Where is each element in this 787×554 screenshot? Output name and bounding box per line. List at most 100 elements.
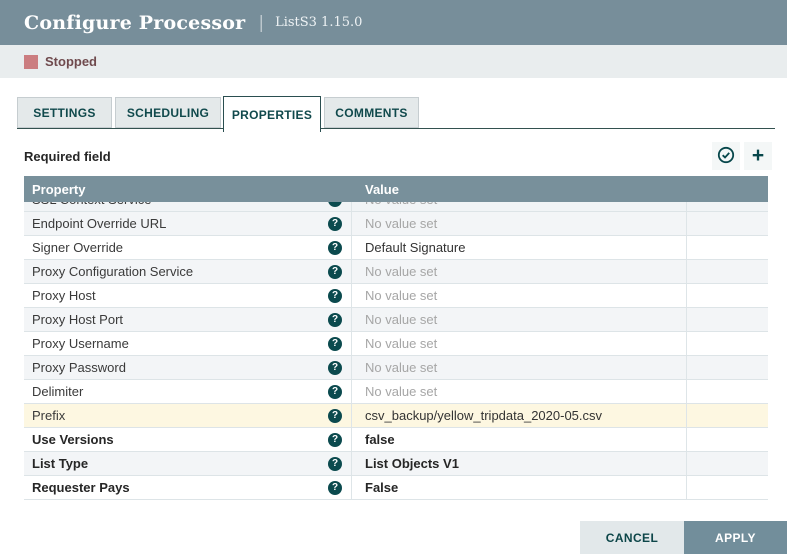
table-row[interactable]: Proxy Password?No value set bbox=[24, 356, 768, 380]
row-extra-cell bbox=[687, 332, 768, 355]
property-cell: Proxy Host? bbox=[24, 284, 352, 307]
property-name: Proxy Configuration Service bbox=[24, 264, 193, 279]
property-cell: Proxy Configuration Service? bbox=[24, 260, 352, 283]
plus-icon: + bbox=[752, 145, 764, 166]
help-icon[interactable]: ? bbox=[328, 457, 342, 471]
row-extra-cell bbox=[687, 308, 768, 331]
help-icon[interactable]: ? bbox=[328, 385, 342, 399]
tab-bar: SETTINGS SCHEDULING PROPERTIES COMMENTS bbox=[0, 96, 787, 133]
property-cell: Signer Override? bbox=[24, 236, 352, 259]
row-extra-cell bbox=[687, 284, 768, 307]
table-row[interactable]: Delimiter?No value set bbox=[24, 380, 768, 404]
property-table: Property Value SSL Context Service?No va… bbox=[24, 176, 768, 500]
value-cell[interactable]: No value set bbox=[352, 284, 687, 307]
tab-settings[interactable]: SETTINGS bbox=[17, 97, 112, 128]
property-name: Use Versions bbox=[24, 432, 114, 447]
value-cell[interactable]: Default Signature bbox=[352, 236, 687, 259]
value-cell[interactable]: No value set bbox=[352, 356, 687, 379]
cancel-button[interactable]: CANCEL bbox=[580, 521, 684, 554]
property-cell: Requester Pays? bbox=[24, 476, 352, 499]
property-name: Proxy Host bbox=[24, 288, 96, 303]
row-extra-cell bbox=[687, 356, 768, 379]
property-name: Proxy Password bbox=[24, 360, 126, 375]
required-field-row: Required field + bbox=[24, 141, 772, 171]
property-name: Endpoint Override URL bbox=[24, 216, 166, 231]
help-icon[interactable]: ? bbox=[328, 313, 342, 327]
value-cell[interactable]: No value set bbox=[352, 202, 687, 211]
required-field-label: Required field bbox=[24, 149, 111, 164]
dialog-header: Configure Processor | ListS3 1.15.0 bbox=[0, 0, 787, 45]
stopped-status-icon bbox=[24, 55, 38, 69]
value-cell[interactable]: No value set bbox=[352, 380, 687, 403]
help-icon[interactable]: ? bbox=[328, 433, 342, 447]
property-name: Proxy Host Port bbox=[24, 312, 123, 327]
table-row[interactable]: Use Versions?false bbox=[24, 428, 768, 452]
value-cell[interactable]: List Objects V1 bbox=[352, 452, 687, 475]
value-cell[interactable]: No value set bbox=[352, 212, 687, 235]
table-row[interactable]: Prefix?csv_backup/yellow_tripdata_2020-0… bbox=[24, 404, 768, 428]
property-cell: Use Versions? bbox=[24, 428, 352, 451]
apply-button[interactable]: APPLY bbox=[684, 521, 787, 554]
processor-name-version: ListS3 1.15.0 bbox=[275, 15, 362, 30]
value-cell[interactable]: csv_backup/yellow_tripdata_2020-05.csv bbox=[352, 404, 687, 427]
row-extra-cell bbox=[687, 212, 768, 235]
property-name: Proxy Username bbox=[24, 336, 129, 351]
property-cell: Delimiter? bbox=[24, 380, 352, 403]
tab-properties[interactable]: PROPERTIES bbox=[223, 96, 321, 132]
property-cell: Proxy Username? bbox=[24, 332, 352, 355]
property-cell: Proxy Host Port? bbox=[24, 308, 352, 331]
row-extra-cell bbox=[687, 404, 768, 427]
add-property-button[interactable]: + bbox=[744, 142, 772, 170]
help-icon[interactable]: ? bbox=[328, 202, 342, 207]
table-row[interactable]: Endpoint Override URL?No value set bbox=[24, 212, 768, 236]
title-separator: | bbox=[258, 13, 264, 33]
value-cell[interactable]: No value set bbox=[352, 308, 687, 331]
property-name: List Type bbox=[24, 456, 88, 471]
help-icon[interactable]: ? bbox=[328, 481, 342, 495]
property-name: Requester Pays bbox=[24, 480, 130, 495]
help-icon[interactable]: ? bbox=[328, 361, 342, 375]
help-icon[interactable]: ? bbox=[328, 265, 342, 279]
help-icon[interactable]: ? bbox=[328, 289, 342, 303]
property-cell: Endpoint Override URL? bbox=[24, 212, 352, 235]
value-cell[interactable]: False bbox=[352, 476, 687, 499]
value-cell[interactable]: No value set bbox=[352, 260, 687, 283]
help-icon[interactable]: ? bbox=[328, 241, 342, 255]
table-row[interactable]: Signer Override?Default Signature bbox=[24, 236, 768, 260]
help-icon[interactable]: ? bbox=[328, 337, 342, 351]
property-name: Prefix bbox=[24, 408, 65, 423]
tab-comments[interactable]: COMMENTS bbox=[324, 97, 419, 128]
property-cell: Proxy Password? bbox=[24, 356, 352, 379]
table-row[interactable]: Proxy Configuration Service?No value set bbox=[24, 260, 768, 284]
property-name: Signer Override bbox=[24, 240, 123, 255]
help-icon[interactable]: ? bbox=[328, 217, 342, 231]
status-bar: Stopped bbox=[0, 45, 787, 78]
row-extra-cell bbox=[687, 202, 768, 211]
verify-properties-button[interactable] bbox=[712, 142, 740, 170]
dialog-footer: CANCEL APPLY bbox=[580, 521, 787, 554]
status-label: Stopped bbox=[45, 54, 97, 69]
table-row[interactable]: List Type?List Objects V1 bbox=[24, 452, 768, 476]
property-name: SSL Context Service bbox=[24, 202, 151, 207]
table-header: Property Value bbox=[24, 176, 768, 202]
table-row[interactable]: Proxy Host Port?No value set bbox=[24, 308, 768, 332]
value-cell[interactable]: false bbox=[352, 428, 687, 451]
configure-processor-dialog: Configure Processor | ListS3 1.15.0 Stop… bbox=[0, 0, 787, 554]
row-extra-cell bbox=[687, 428, 768, 451]
property-name: Delimiter bbox=[24, 384, 83, 399]
column-header-value: Value bbox=[352, 182, 687, 197]
row-extra-cell bbox=[687, 236, 768, 259]
property-cell: List Type? bbox=[24, 452, 352, 475]
value-cell[interactable]: No value set bbox=[352, 332, 687, 355]
table-row[interactable]: Proxy Username?No value set bbox=[24, 332, 768, 356]
property-cell: SSL Context Service? bbox=[24, 202, 352, 211]
column-header-property: Property bbox=[24, 182, 352, 197]
table-row[interactable]: Requester Pays?False bbox=[24, 476, 768, 500]
check-circle-icon bbox=[717, 146, 735, 167]
table-row[interactable]: Proxy Host?No value set bbox=[24, 284, 768, 308]
tab-scheduling[interactable]: SCHEDULING bbox=[115, 97, 221, 128]
table-row[interactable]: SSL Context Service?No value set bbox=[24, 202, 768, 212]
property-table-body: SSL Context Service?No value setEndpoint… bbox=[24, 202, 768, 500]
property-cell: Prefix? bbox=[24, 404, 352, 427]
help-icon[interactable]: ? bbox=[328, 409, 342, 423]
